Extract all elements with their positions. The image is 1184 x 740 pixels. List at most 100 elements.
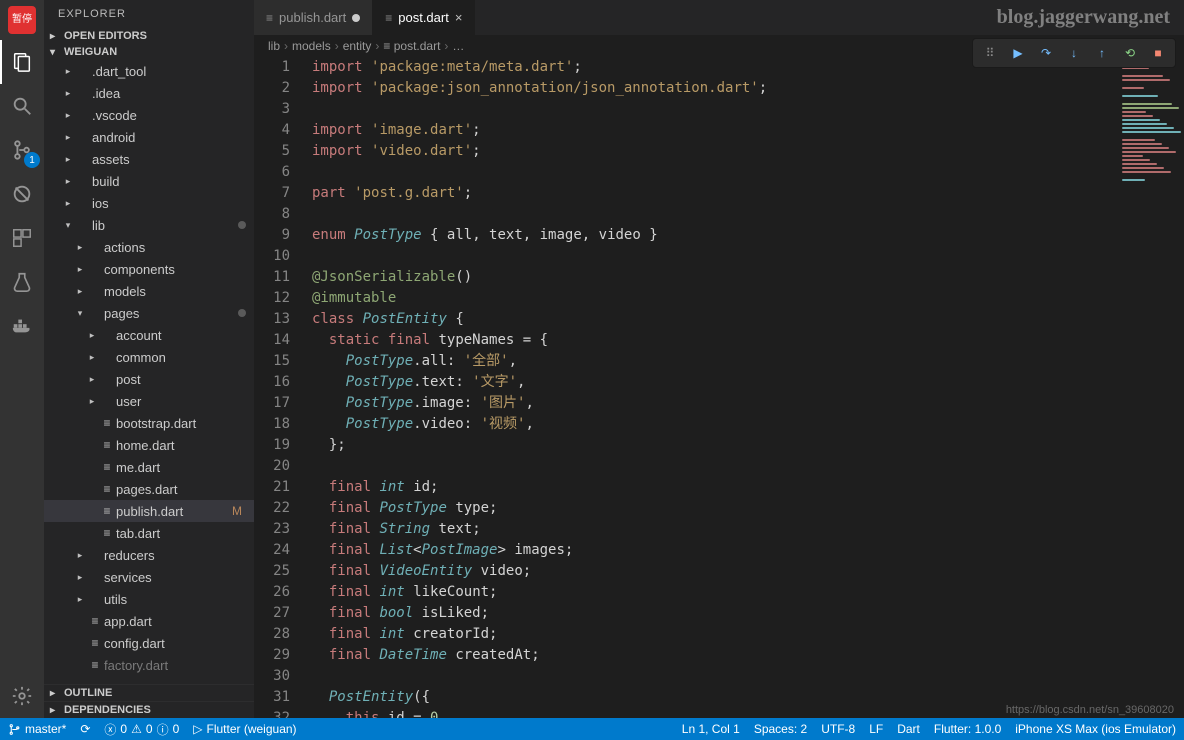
- file-icon: ≡: [98, 438, 116, 452]
- tree-item-label: tab.dart: [116, 526, 246, 541]
- tree-file[interactable]: ≡app.dart: [44, 610, 254, 632]
- sb-sync[interactable]: ⟳: [80, 722, 90, 736]
- activity-search-icon[interactable]: [0, 84, 44, 128]
- sb-launch-label: Flutter (weiguan): [207, 722, 297, 736]
- minimap[interactable]: [1114, 57, 1184, 718]
- debug-stepin-icon[interactable]: ↓: [1063, 43, 1085, 63]
- tree-file[interactable]: ≡publish.dartM: [44, 500, 254, 522]
- tree-folder[interactable]: ▸services: [44, 566, 254, 588]
- tree-folder[interactable]: ▸utils: [44, 588, 254, 610]
- sb-launch[interactable]: ▷Flutter (weiguan): [193, 722, 296, 736]
- tree-item-label: services: [104, 570, 246, 585]
- chevron-right-icon: ▸: [50, 688, 60, 699]
- sb-spaces[interactable]: Spaces: 2: [754, 722, 807, 736]
- activity-extensions-icon[interactable]: [0, 216, 44, 260]
- code-content[interactable]: import 'package:meta/meta.dart';import '…: [308, 57, 1114, 718]
- debug-stepover-icon[interactable]: ↷: [1035, 43, 1057, 63]
- tree-item-label: .vscode: [92, 108, 246, 123]
- chevron-right-icon: ▸: [86, 352, 98, 363]
- tree-item-label: .idea: [92, 86, 246, 101]
- tree-folder[interactable]: ▸build: [44, 170, 254, 192]
- activity-debug-icon[interactable]: [0, 172, 44, 216]
- tree-item-label: config.dart: [104, 636, 246, 651]
- tree-folder[interactable]: ▸.dart_tool: [44, 60, 254, 82]
- tree-file[interactable]: ≡bootstrap.dart: [44, 412, 254, 434]
- close-icon[interactable]: ×: [455, 10, 463, 25]
- activity-test-icon[interactable]: [0, 260, 44, 304]
- chevron-right-icon: ▸: [74, 594, 86, 605]
- chevron-right-icon: ›: [284, 39, 288, 53]
- tree-folder[interactable]: ▸reducers: [44, 544, 254, 566]
- section-project[interactable]: ▾ WEIGUAN: [44, 44, 254, 60]
- tree-folder[interactable]: ▸common: [44, 346, 254, 368]
- file-icon: ≡: [98, 482, 116, 496]
- tree-folder[interactable]: ▸actions: [44, 236, 254, 258]
- tree-file[interactable]: ≡pages.dart: [44, 478, 254, 500]
- chevron-right-icon: ▸: [62, 176, 74, 187]
- breadcrumb-item[interactable]: …: [452, 39, 464, 53]
- tree-file[interactable]: ≡tab.dart: [44, 522, 254, 544]
- tree-file[interactable]: ≡me.dart: [44, 456, 254, 478]
- tree-folder[interactable]: ▸android: [44, 126, 254, 148]
- tab-label: publish.dart: [279, 10, 346, 25]
- editor-tab[interactable]: ≡publish.dart: [254, 0, 373, 35]
- tree-folder[interactable]: ▸models: [44, 280, 254, 302]
- tree-folder[interactable]: ▸user: [44, 390, 254, 412]
- breadcrumb-item[interactable]: models: [292, 39, 331, 53]
- breadcrumb-item[interactable]: lib: [268, 39, 280, 53]
- tree-item-label: factory.dart: [104, 658, 246, 673]
- activity-explorer-icon[interactable]: [0, 40, 44, 84]
- section-open-editors[interactable]: ▸ OPEN EDITORS: [44, 28, 254, 44]
- activity-scm-icon[interactable]: 1: [0, 128, 44, 172]
- sb-device[interactable]: iPhone XS Max (ios Emulator): [1015, 722, 1176, 736]
- tree-file[interactable]: ≡factory.dart: [44, 654, 254, 676]
- sb-branch[interactable]: master*: [8, 722, 66, 736]
- tree-item-label: pages: [104, 306, 238, 321]
- tree-item-label: pages.dart: [116, 482, 246, 497]
- debug-restart-icon[interactable]: ⟲: [1119, 43, 1141, 63]
- sb-encoding[interactable]: UTF-8: [821, 722, 855, 736]
- tree-file[interactable]: ≡config.dart: [44, 632, 254, 654]
- tree-folder[interactable]: ▸post: [44, 368, 254, 390]
- tab-label: post.dart: [398, 10, 449, 25]
- chevron-right-icon: ▸: [74, 242, 86, 253]
- sb-flutter-version[interactable]: Flutter: 1.0.0: [934, 722, 1001, 736]
- activity-settings-icon[interactable]: [0, 674, 44, 718]
- tree-folder[interactable]: ▸assets: [44, 148, 254, 170]
- editor-tab[interactable]: ≡post.dart×: [373, 0, 475, 35]
- debug-stepout-icon[interactable]: ↑: [1091, 43, 1113, 63]
- chevron-right-icon: ▸: [62, 132, 74, 143]
- tree-folder[interactable]: ▸ios: [44, 192, 254, 214]
- sb-problems[interactable]: ⓧ0 ⚠0 ⓘ0: [104, 721, 179, 738]
- editor-body[interactable]: 1234567891011121314151617181920212223242…: [254, 57, 1184, 718]
- sb-lncol[interactable]: Ln 1, Col 1: [682, 722, 740, 736]
- activity-docker-icon[interactable]: [0, 304, 44, 348]
- tree-item-label: me.dart: [116, 460, 246, 475]
- tree-folder[interactable]: ▸components: [44, 258, 254, 280]
- sb-eol[interactable]: LF: [869, 722, 883, 736]
- tree-folder[interactable]: ▸ .idea: [44, 82, 254, 104]
- tree-item-label: post: [116, 372, 246, 387]
- tree-item-label: assets: [92, 152, 246, 167]
- debug-stop-icon[interactable]: ■: [1147, 43, 1169, 63]
- sb-language[interactable]: Dart: [897, 722, 920, 736]
- section-dependencies[interactable]: ▸ DEPENDENCIES: [44, 701, 254, 718]
- section-outline[interactable]: ▸ OUTLINE: [44, 684, 254, 701]
- breadcrumb-item[interactable]: ≡ post.dart: [383, 39, 440, 53]
- modified-dot-icon: [238, 309, 246, 317]
- file-icon: ≡: [98, 526, 116, 540]
- chevron-right-icon: ›: [335, 39, 339, 53]
- debug-drag-icon[interactable]: ⠿: [979, 43, 1001, 63]
- breadcrumb-item[interactable]: entity: [343, 39, 372, 53]
- tree-folder[interactable]: ▾pages: [44, 302, 254, 324]
- tree-folder[interactable]: ▾lib: [44, 214, 254, 236]
- tree-file[interactable]: ≡home.dart: [44, 434, 254, 456]
- tree-item-label: bootstrap.dart: [116, 416, 246, 431]
- debug-pause-icon[interactable]: ▶: [1007, 43, 1029, 63]
- chevron-right-icon: ▸: [62, 198, 74, 209]
- chevron-right-icon: ▸: [86, 396, 98, 407]
- tree-folder[interactable]: ▸account: [44, 324, 254, 346]
- tree-folder[interactable]: ▸.vscode: [44, 104, 254, 126]
- chevron-right-icon: ▸: [62, 88, 74, 99]
- section-label: OUTLINE: [64, 687, 112, 699]
